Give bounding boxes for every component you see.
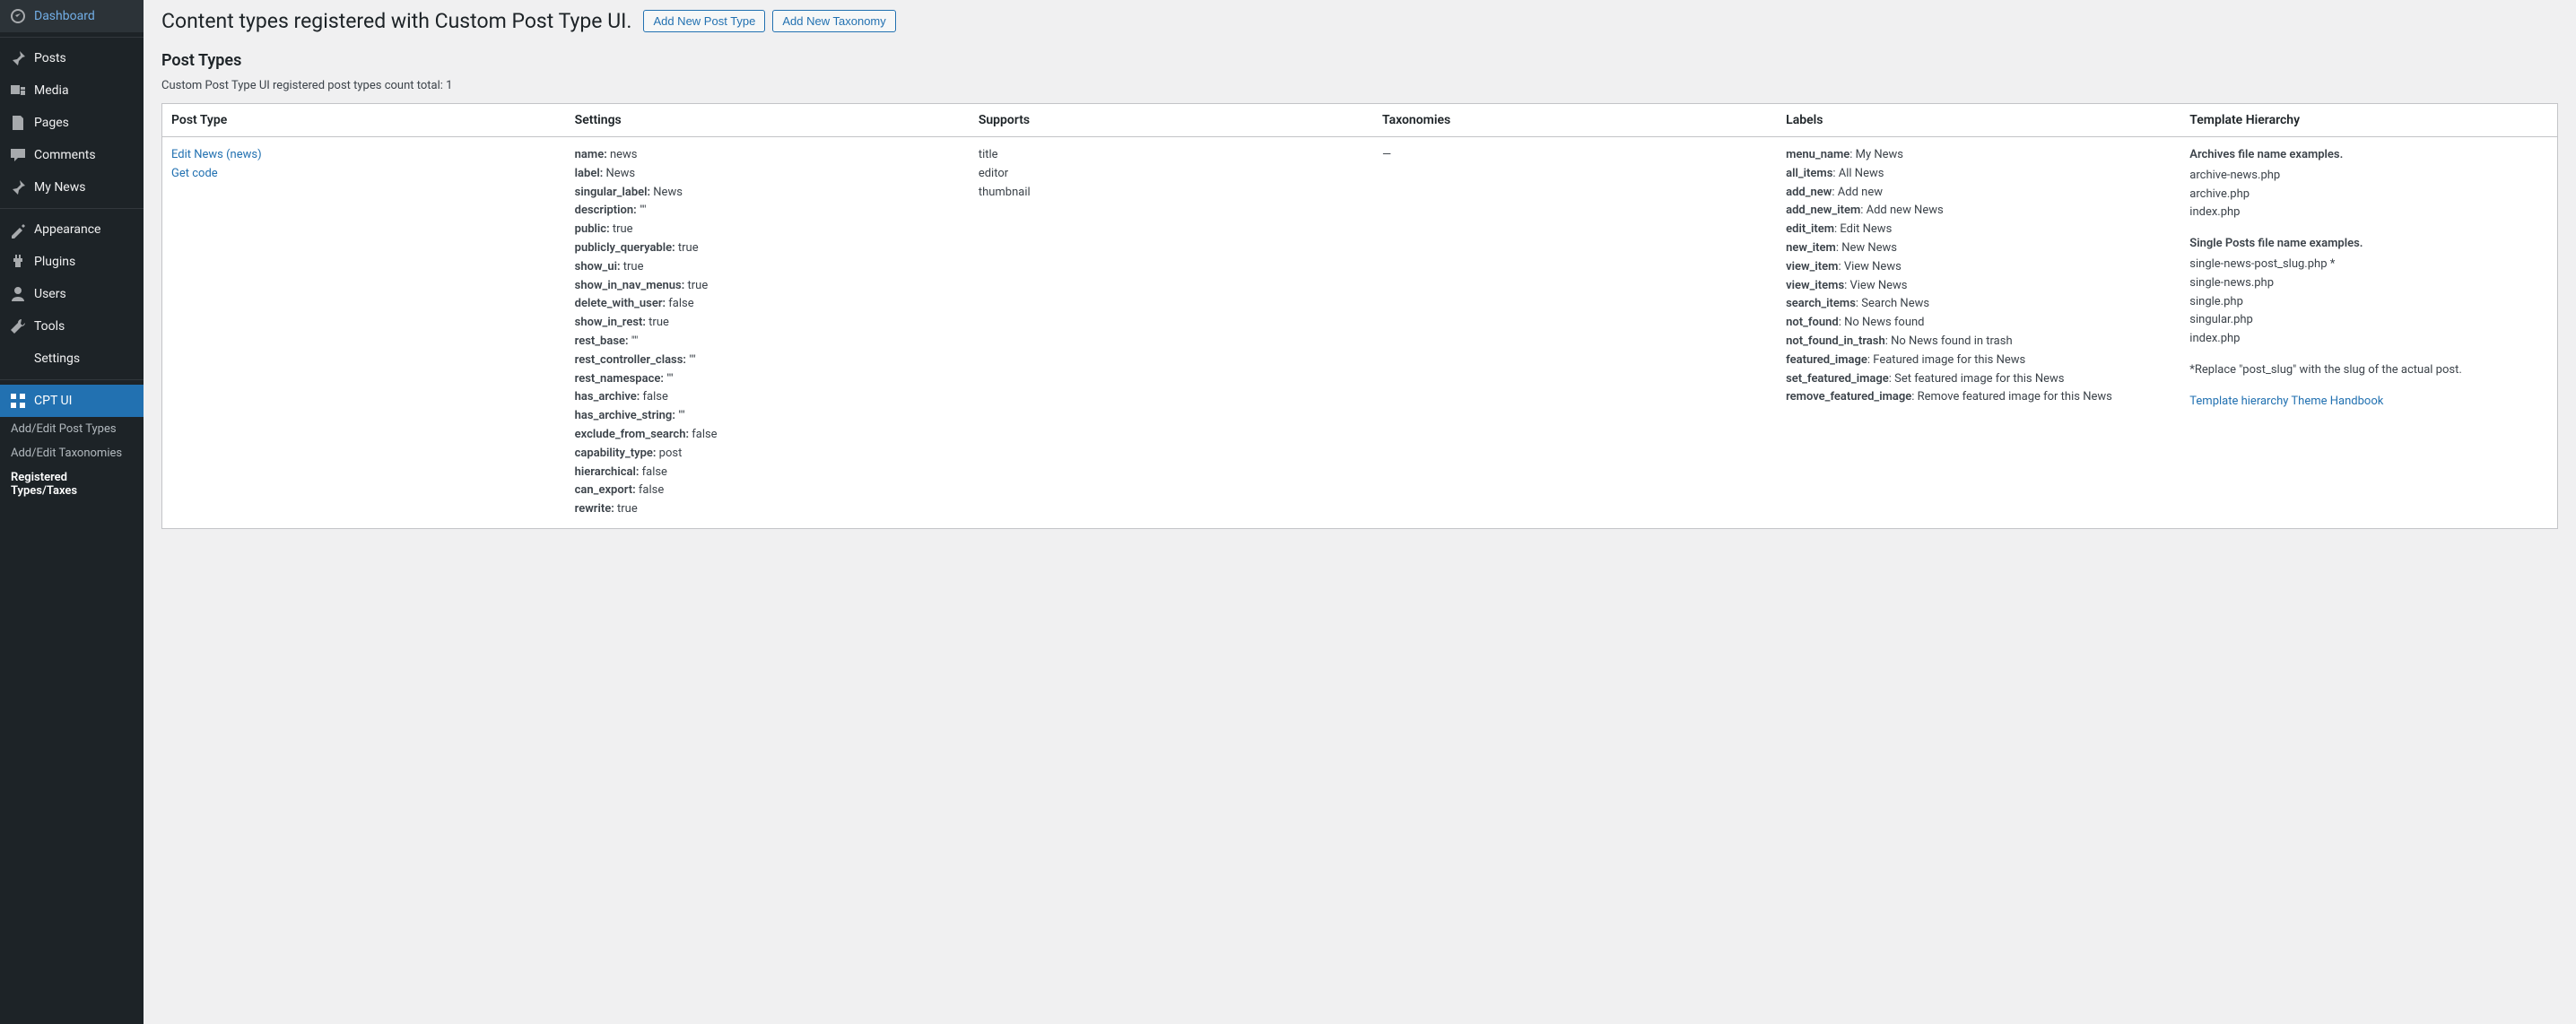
archives-list: archive-news.phparchive.phpindex.php xyxy=(2189,167,2548,222)
tools-icon xyxy=(9,317,27,335)
table-row: Edit News (news) Get code name: newslabe… xyxy=(162,137,2558,529)
th-supports: Supports xyxy=(970,104,1373,137)
add-taxonomy-button[interactable]: Add New Taxonomy xyxy=(772,10,895,32)
th-post-type: Post Type xyxy=(162,104,566,137)
sidebar-item-comments[interactable]: Comments xyxy=(0,139,144,171)
sidebar-item-label: Settings xyxy=(34,351,80,366)
labels-cell: menu_name: My Newsall_items: All Newsadd… xyxy=(1777,137,2180,529)
taxonomies-cell: — xyxy=(1373,137,1777,529)
th-settings: Settings xyxy=(566,104,970,137)
count-line: Custom Post Type UI registered post type… xyxy=(161,79,2558,92)
sidebar-item-label: Posts xyxy=(34,51,66,65)
admin-sidebar: Dashboard Posts Media Pages Comments My … xyxy=(0,0,144,1024)
sidebar-item-label: Plugins xyxy=(34,255,75,269)
pin-icon xyxy=(9,178,27,196)
sidebar-item-label: Media xyxy=(34,83,69,98)
sidebar-item-posts[interactable]: Posts xyxy=(0,42,144,74)
hierarchy-note: *Replace "post_slug" with the slug of th… xyxy=(2189,361,2548,380)
settings-icon xyxy=(9,350,27,368)
pages-icon xyxy=(9,114,27,132)
single-list: single-news-post_slug.php *single-news.p… xyxy=(2189,256,2548,349)
pin-icon xyxy=(9,49,27,67)
th-labels: Labels xyxy=(1777,104,2180,137)
supports-cell: titleeditorthumbnail xyxy=(970,137,1373,529)
archives-title: Archives file name examples. xyxy=(2189,146,2548,165)
sidebar-item-label: Comments xyxy=(34,148,96,162)
th-template-hierarchy: Template Hierarchy xyxy=(2180,104,2557,137)
sidebar-item-label: Users xyxy=(34,287,66,301)
post-types-table: Post Type Settings Supports Taxonomies L… xyxy=(161,103,2558,529)
sidebar-sub-registered[interactable]: Registered Types/Taxes xyxy=(0,465,144,503)
sidebar-item-media[interactable]: Media xyxy=(0,74,144,107)
sidebar-item-users[interactable]: Users xyxy=(0,278,144,310)
settings-cell: name: newslabel: Newssingular_label: New… xyxy=(566,137,970,529)
sidebar-item-tools[interactable]: Tools xyxy=(0,310,144,343)
dashboard-icon xyxy=(9,7,27,25)
comments-icon xyxy=(9,146,27,164)
sidebar-item-label: Appearance xyxy=(34,222,100,237)
sidebar-item-mynews[interactable]: My News xyxy=(0,171,144,204)
sidebar-item-pages[interactable]: Pages xyxy=(0,107,144,139)
main-content: Content types registered with Custom Pos… xyxy=(144,0,2576,1024)
appearance-icon xyxy=(9,221,27,239)
sidebar-item-dashboard[interactable]: Dashboard xyxy=(0,0,144,32)
edit-link[interactable]: Edit News (news) xyxy=(171,148,262,161)
sidebar-item-appearance[interactable]: Appearance xyxy=(0,213,144,246)
template-hierarchy-link[interactable]: Template hierarchy Theme Handbook xyxy=(2189,395,2383,408)
add-post-type-button[interactable]: Add New Post Type xyxy=(643,10,765,32)
sidebar-item-label: Tools xyxy=(34,319,65,334)
single-title: Single Posts file name examples. xyxy=(2189,235,2548,254)
sidebar-item-label: Dashboard xyxy=(34,9,95,23)
page-title: Content types registered with Custom Pos… xyxy=(161,9,631,33)
cptui-icon xyxy=(9,392,27,410)
sidebar-item-label: CPT UI xyxy=(34,394,72,408)
sidebar-item-label: My News xyxy=(34,180,85,195)
sidebar-item-label: Pages xyxy=(34,116,69,130)
th-taxonomies: Taxonomies xyxy=(1373,104,1777,137)
get-code-link[interactable]: Get code xyxy=(171,167,218,180)
sidebar-item-plugins[interactable]: Plugins xyxy=(0,246,144,278)
sidebar-item-cptui[interactable]: CPT UI xyxy=(0,385,144,417)
sidebar-item-settings[interactable]: Settings xyxy=(0,343,144,375)
media-icon xyxy=(9,82,27,100)
section-title: Post Types xyxy=(161,51,2558,70)
hierarchy-cell: Archives file name examples. archive-new… xyxy=(2180,137,2557,529)
sidebar-sub-add-taxonomies[interactable]: Add/Edit Taxonomies xyxy=(0,441,144,465)
users-icon xyxy=(9,285,27,303)
sidebar-sub-add-post-types[interactable]: Add/Edit Post Types xyxy=(0,417,144,441)
plugins-icon xyxy=(9,253,27,271)
